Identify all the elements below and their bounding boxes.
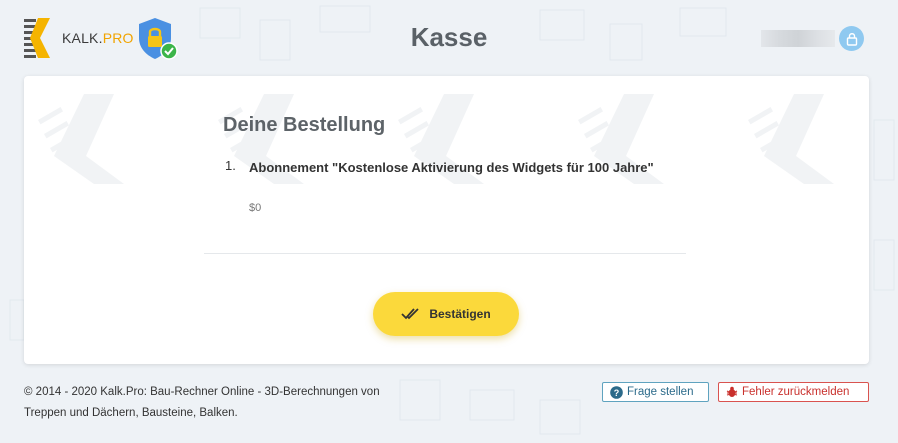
ask-question-label: Frage stellen	[627, 386, 694, 398]
user-menu[interactable]	[761, 26, 864, 51]
svg-text:?: ?	[614, 388, 620, 398]
order-card: Deine Bestellung 1. Abonnement "Kostenlo…	[24, 76, 869, 364]
footer-copyright: © 2014 - 2020 Kalk.Pro: Bau-Rechner Onli…	[24, 386, 380, 419]
lock-icon[interactable]	[839, 26, 864, 51]
item-number: 1.	[225, 158, 236, 173]
item-name: Abonnement "Kostenlose Aktivierung des W…	[249, 160, 654, 175]
confirm-button-label: Bestätigen	[429, 307, 491, 321]
order-heading: Deine Bestellung	[223, 114, 386, 136]
double-check-icon	[401, 308, 419, 320]
question-circle-icon: ?	[610, 385, 623, 399]
item-price: $0	[249, 202, 262, 214]
divider	[204, 253, 686, 254]
report-error-button[interactable]: Fehler zurückmelden	[718, 382, 869, 402]
ask-question-button[interactable]: ? Frage stellen	[602, 382, 709, 402]
user-name-redacted	[761, 30, 835, 47]
header: KALK.PRO Kasse	[0, 0, 898, 76]
report-error-label: Fehler zurückmelden	[742, 386, 850, 398]
confirm-button[interactable]: Bestätigen	[373, 292, 519, 336]
bug-icon	[726, 386, 738, 398]
